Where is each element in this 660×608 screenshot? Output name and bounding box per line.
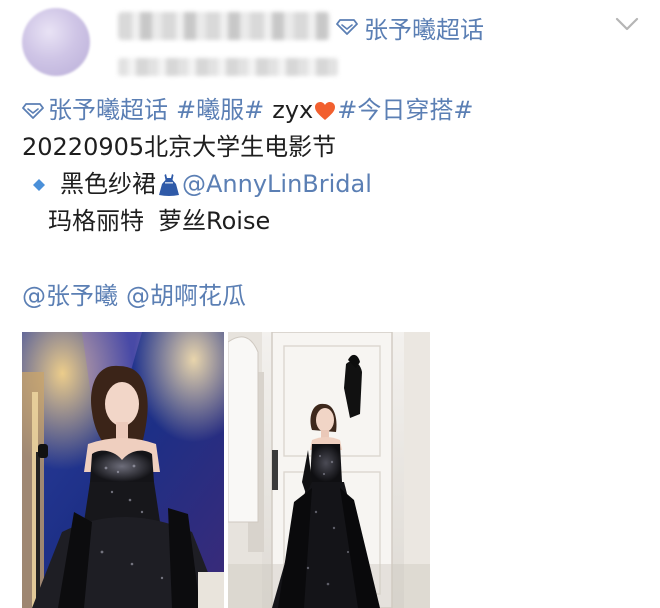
- super-topic-link[interactable]: 张予曦超话: [336, 12, 484, 44]
- post-text-segment: zyx: [272, 96, 314, 124]
- diamond-icon: [336, 19, 358, 35]
- avatar[interactable]: [22, 8, 90, 76]
- post-meta-blurred: [118, 58, 338, 76]
- post-text-segment: 20220905北京大学生电影节: [22, 133, 337, 161]
- hashtag-link[interactable]: #今日穿搭#: [337, 92, 473, 129]
- diamond-icon: [22, 102, 44, 119]
- dress-icon: [159, 173, 179, 196]
- photo-stage-image: [22, 332, 224, 608]
- author-name-blurred[interactable]: [118, 12, 330, 40]
- mention-link[interactable]: @张予曦: [22, 278, 118, 315]
- photo-grid: [22, 332, 430, 608]
- heart-icon: [315, 101, 336, 120]
- post-header: 张予曦超话: [0, 0, 660, 90]
- chevron-down-icon[interactable]: [614, 14, 640, 34]
- post-line-event: 20220905北京大学生电影节: [22, 129, 642, 166]
- post-text-segment: 黑色纱裙: [60, 170, 156, 198]
- post-line-dress: 黑色纱裙 @AnnyLinBridal: [22, 166, 642, 203]
- post-line-brands: 玛格丽特 萝丝Roise: [22, 203, 642, 240]
- photo-room-image: [228, 332, 430, 608]
- post-body: 张予曦超话 #曦服# zyx #今日穿搭# 20220905北京大学生电影节 黑…: [22, 92, 642, 315]
- hashtag-link[interactable]: #曦服#: [176, 92, 264, 129]
- post-text-segment: 萝丝Roise: [158, 207, 271, 235]
- post-line-topics: 张予曦超话 #曦服# zyx #今日穿搭#: [22, 92, 642, 129]
- diamond-bullet-icon: [33, 178, 45, 191]
- post-line-mentions: @张予曦 @胡啊花瓜: [22, 278, 642, 315]
- mention-link[interactable]: @AnnyLinBridal: [182, 166, 372, 203]
- photo-thumbnail[interactable]: [228, 332, 430, 608]
- super-topic-label: 张予曦超话: [364, 15, 484, 44]
- photo-thumbnail[interactable]: [22, 332, 224, 608]
- post-text-segment: 玛格丽特: [48, 207, 144, 235]
- mention-link[interactable]: @胡啊花瓜: [126, 278, 246, 315]
- super-topic-link[interactable]: 张予曦超话: [48, 92, 168, 129]
